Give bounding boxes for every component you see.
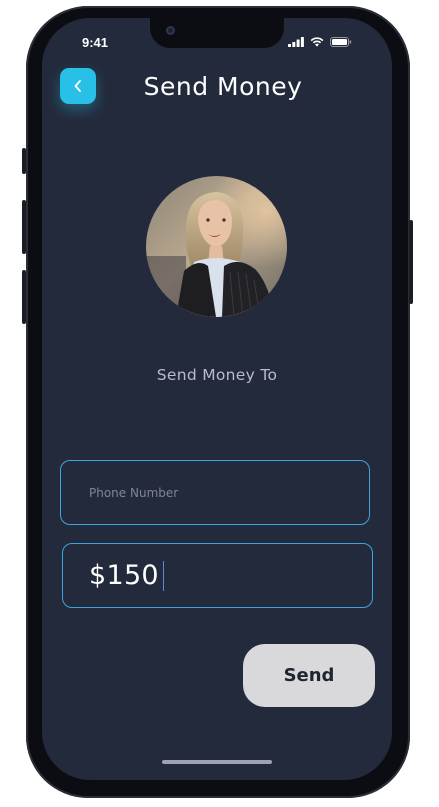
- mute-switch: [22, 148, 26, 174]
- wifi-icon: [310, 37, 324, 47]
- send-money-to-label: Send Money To: [156, 366, 278, 384]
- home-indicator[interactable]: [162, 760, 272, 764]
- front-camera: [166, 26, 175, 35]
- app-screen: 9:41 Send Money Send Money To Phone Numb…: [42, 18, 392, 780]
- battery-icon: [330, 37, 352, 47]
- recipient-avatar[interactable]: [146, 176, 287, 317]
- amount-value[interactable]: $150: [89, 560, 159, 591]
- amount-field[interactable]: $150: [62, 543, 373, 608]
- notch: [150, 18, 284, 48]
- status-time: 9:41: [82, 35, 109, 50]
- page-title: Send Money: [143, 72, 303, 101]
- power-button: [409, 220, 413, 304]
- volume-up-button: [22, 200, 26, 254]
- profile-photo: [146, 176, 287, 317]
- send-button[interactable]: Send: [243, 644, 375, 707]
- text-cursor: [162, 560, 165, 591]
- status-icons: [288, 37, 352, 47]
- phone-number-field[interactable]: [60, 460, 370, 525]
- volume-down-button: [22, 270, 26, 324]
- phone-number-input[interactable]: [61, 461, 369, 524]
- signal-icon: [288, 37, 304, 47]
